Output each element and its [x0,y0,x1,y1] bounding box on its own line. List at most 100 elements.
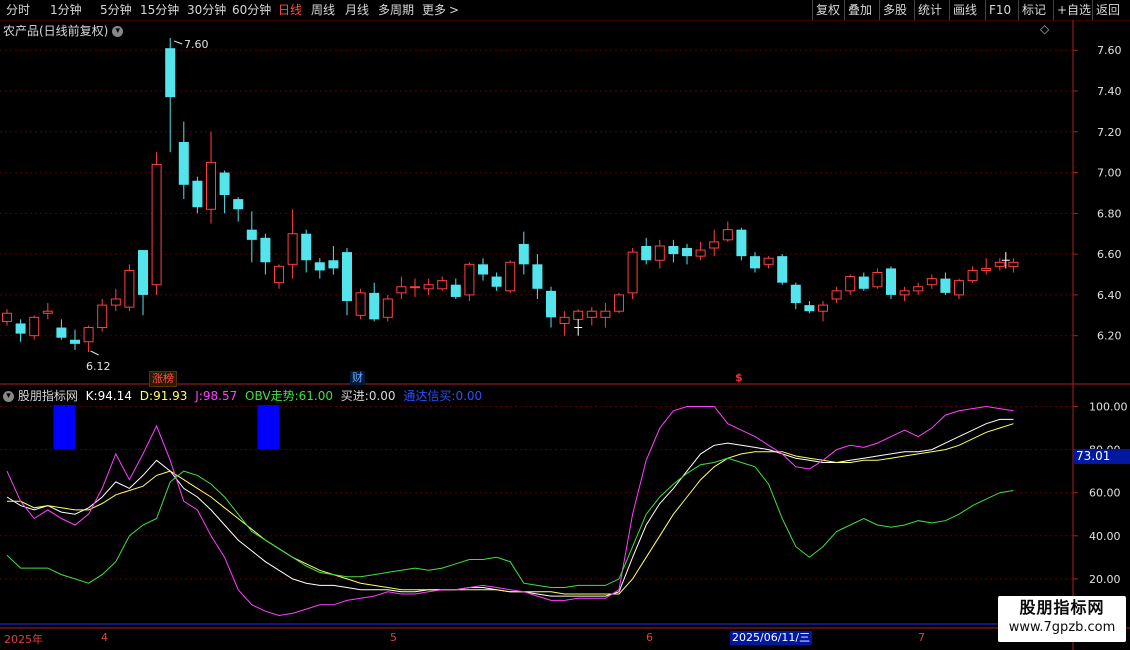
circle-chevron-down-icon[interactable]: ▾ [112,26,124,37]
candle-body-up [954,280,964,296]
month-label-5: 5 [390,631,397,644]
candle-body-up [382,298,393,318]
candle-body-up [124,269,135,308]
low-price-label: 6.12 [86,360,111,373]
candle-body-down [858,276,869,289]
low-pointer [90,350,99,356]
candle-body-up [600,310,611,318]
candle-body-up [586,310,597,318]
candle-body-up [396,286,407,294]
indicator-tick-label: 40.00 [1089,530,1121,543]
k-label: K: [85,389,98,403]
high-price-label: 7.60 [184,38,209,51]
obv-value: 61.00 [298,389,333,403]
candle-body-up [926,278,937,286]
badge-dollar[interactable]: $ [733,371,745,385]
candle-body-up [110,298,121,306]
signal-bar [53,405,76,449]
stock-title: 农产品(日线前复权) [3,24,109,38]
indicator-line-obv走势 [6,457,1014,588]
buy-value: 0.00 [368,389,396,403]
candle-body-up [913,286,924,292]
candle-body-down [138,250,148,295]
chart-canvas[interactable]: 6.206.406.606.807.007.207.407.6020.0040.… [0,0,1130,650]
buy-label: 买进: [340,389,369,403]
candle-body-down [736,229,747,257]
candle-body-up [29,316,40,337]
signal-label: 通达信买: [403,389,456,403]
month-label-7: 7 [918,631,925,644]
cursor-date-label: 2025/06/11/三 [730,631,813,645]
candle-body-down [165,48,176,98]
candle-body-down [546,290,556,318]
price-tick-label: 6.20 [1097,330,1122,343]
candle-body-down [804,305,815,312]
month-label-4: 4 [101,631,108,644]
price-tick-label: 6.40 [1097,289,1122,302]
indicator-line-k [6,418,1014,597]
indicator-tick-label: 60.00 [1089,487,1121,500]
watermark-url: www.7gpzb.com [1008,620,1116,635]
j-label: J: [195,389,203,403]
indicator-header: ▾ 股朋指标网 K:94.14 D:91.93 J:98.57 OBV走势:61… [3,387,482,404]
high-pointer [174,40,183,45]
candle-body-up [654,245,665,261]
candle-body-up [151,163,162,286]
badge-top-gainers[interactable]: 涨榜 [149,371,177,387]
candle-body-up [464,263,475,296]
candle-body-down [668,245,679,255]
candle-body-up [614,294,624,312]
candle-body-up [42,310,53,314]
candle-body-down [328,260,339,269]
diamond-icon[interactable]: ◇ [1040,22,1049,36]
candle-body-up [559,316,570,324]
year-label: 2025年 [4,633,43,646]
d-label: D: [139,389,154,403]
candle-body-up [627,251,638,294]
price-tick-label: 7.40 [1097,85,1122,98]
watermark-logo: 股朋指标网 www.7gpzb.com [998,596,1126,642]
candle-body-down [342,252,352,302]
candle-body-up [2,312,12,322]
candle-body-down [777,256,788,283]
candle-body-up [274,265,284,284]
candle-body-down [886,268,896,295]
candle-body-up [709,241,720,249]
main-pane-header: 农产品(日线前复权) ▾ [3,22,124,39]
d-value: 91.93 [153,389,188,403]
candle-body-down [56,327,67,338]
signal-value: 0.00 [455,389,483,403]
crosshair-value-label: 73.01 [1074,449,1130,464]
candle-body-up [899,290,910,296]
price-tick-label: 7.00 [1097,167,1122,180]
candle-body-up [97,304,108,329]
candle-body-down [192,180,203,208]
candle-body-up [355,292,366,316]
candle-body-down [15,323,26,334]
candle-body-up [206,161,216,210]
candle-body-up [573,310,584,320]
indicator-name: 股朋指标网 [17,389,78,403]
candle-body-down [641,245,652,261]
candle-body-down [750,256,760,269]
candle-body-down [246,229,257,240]
candle-body-down [518,243,529,265]
j-value: 98.57 [202,389,238,403]
candle-body-down [478,264,488,275]
candle-body-down [491,276,502,287]
candle-body-down [369,292,380,320]
indicator-line-j [6,405,1014,617]
indicator-tick-label: 100.00 [1089,400,1128,413]
price-tick-label: 7.60 [1097,44,1122,57]
candle-body-down [260,237,271,263]
indicator-tick-label: 20.00 [1089,573,1121,586]
candle-body-up [818,304,828,312]
watermark-title: 股朋指标网 [1019,598,1105,617]
candle-body-down [790,284,801,304]
candle-body-down [301,233,312,261]
obv-label: OBV走势: [245,389,299,403]
circle-chevron-down-icon[interactable]: ▾ [3,391,14,402]
candle-body-down [682,248,692,257]
badge-financial[interactable]: 财 [350,371,365,385]
candle-body-down [70,339,80,344]
